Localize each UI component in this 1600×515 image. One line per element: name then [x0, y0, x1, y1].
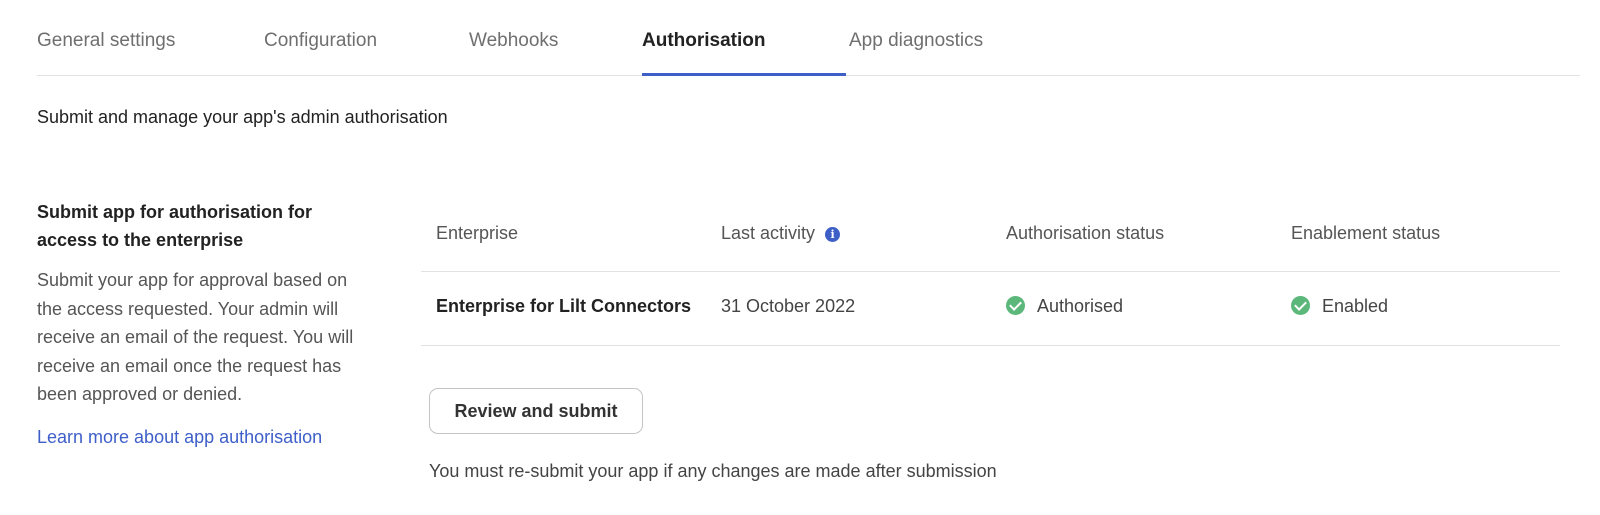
tab-authorisation[interactable]: Authorisation [642, 30, 766, 52]
info-icon[interactable]: i [825, 227, 841, 242]
section-description: Submit your app for approval based on th… [37, 270, 354, 404]
active-tab-indicator [642, 73, 846, 76]
review-and-submit-button[interactable]: Review and submit [429, 388, 643, 434]
column-header-authorisation-status: Authorisation status [1006, 223, 1165, 243]
tab-webhooks[interactable]: Webhooks [469, 30, 558, 52]
tab-general-settings[interactable]: General settings [37, 30, 175, 52]
learn-more-link[interactable]: Learn more about app authorisation [37, 427, 322, 448]
authorisation-info-panel: Submit app for authorisation for access … [37, 198, 377, 448]
tab-bar: General settings Configuration Webhooks … [37, 0, 1580, 76]
tab-app-diagnostics[interactable]: App diagnostics [849, 30, 983, 52]
table-header-row: Enterprise Last activity i Authorisation … [421, 206, 1560, 272]
column-header-enablement-status: Enablement status [1291, 223, 1441, 243]
authorisation-status-label: Authorised [1037, 296, 1124, 316]
resubmit-note: You must re-submit your app if any chang… [429, 461, 997, 481]
cell-enterprise-name: Enterprise for Lilt Connectors [436, 296, 692, 316]
check-circle-icon [1006, 296, 1025, 315]
cell-enablement-status: Enabled [1291, 296, 1388, 317]
column-header-last-activity: Last activity i [721, 223, 841, 244]
column-header-enterprise: Enterprise [436, 223, 519, 243]
table-row: Enterprise for Lilt Connectors 31 Octobe… [421, 272, 1560, 346]
cell-last-activity: 31 October 2022 [721, 296, 856, 316]
enablement-status-label: Enabled [1322, 296, 1389, 316]
column-header-last-activity-label: Last activity [721, 223, 816, 243]
tab-configuration[interactable]: Configuration [264, 30, 377, 52]
authorisation-table: Enterprise Last activity i Authorisation … [421, 206, 1560, 346]
cell-authorisation-status: Authorised [1006, 296, 1123, 317]
section-heading: Submit app for authorisation for access … [37, 202, 312, 250]
page-subtitle: Submit and manage your app's admin autho… [37, 107, 448, 127]
check-circle-icon [1291, 296, 1310, 315]
